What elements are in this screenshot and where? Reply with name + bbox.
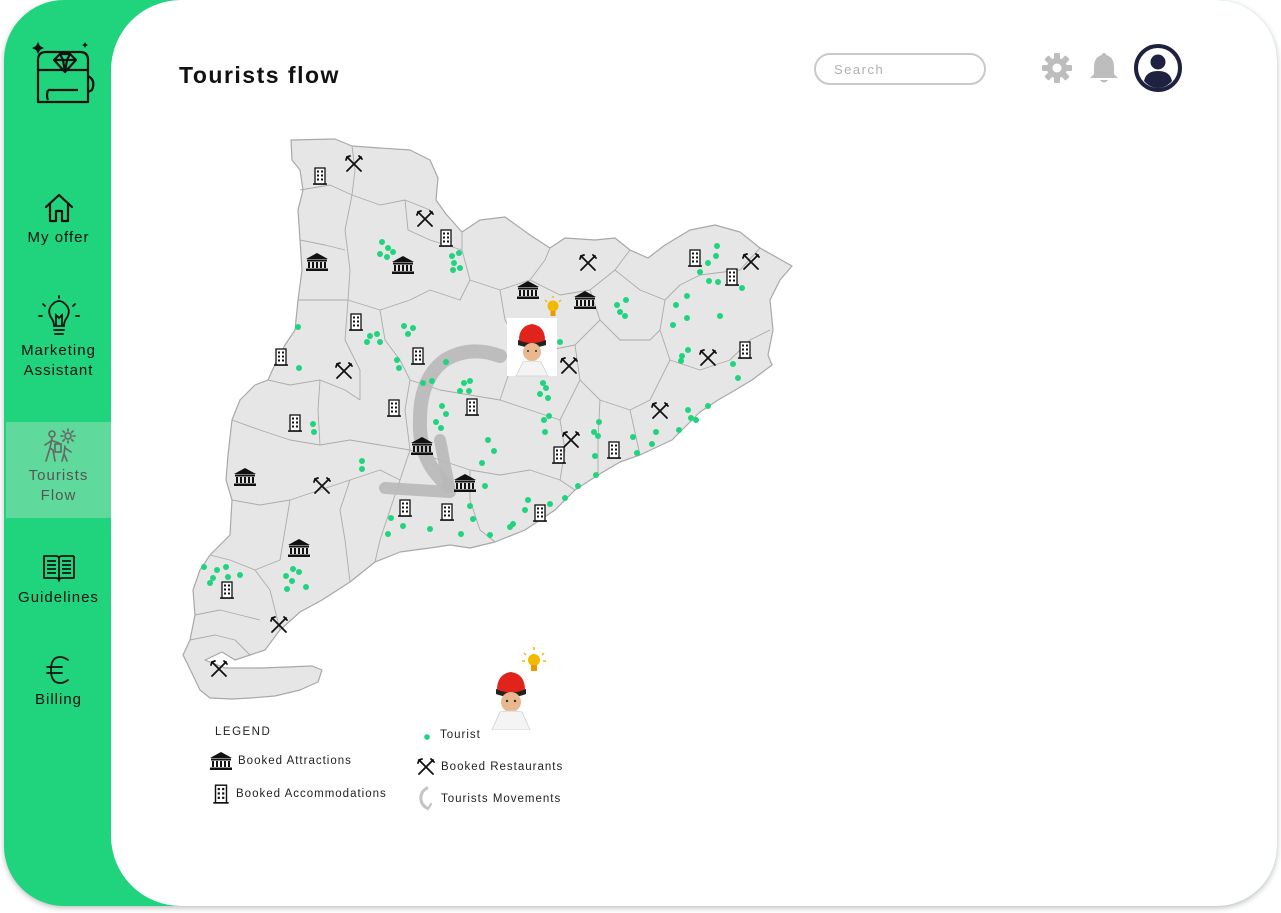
sidebar-item-billing[interactable]: Billing (6, 652, 111, 712)
legend-label: Booked Attractions (238, 755, 352, 767)
sidebar-item-marketing-assistant[interactable]: Marketing Assistant (6, 295, 111, 385)
sidebar-item-label: Tourists Flow (28, 467, 89, 504)
tourist-dot-icon (424, 734, 430, 740)
sidebar-item-label: Billing (34, 691, 83, 708)
legend-item-movements: Tourists Movements (417, 786, 561, 812)
tourist-with-idea-illustration (491, 647, 546, 730)
legend-label: Tourist (440, 729, 481, 741)
search-input[interactable] (814, 53, 986, 85)
sidebar-item-my-offer[interactable]: My offer (6, 190, 111, 250)
treasure-chest-logo-icon (32, 42, 95, 104)
museum-icon (210, 752, 232, 770)
legend-item-tourist: Tourist (422, 728, 481, 742)
legend-item-accommodations: Booked Accommodations (212, 783, 387, 805)
legend-item-restaurants: Booked Restaurants (417, 758, 563, 776)
sidebar-item-label: Guidelines (18, 589, 99, 606)
gear-icon[interactable] (1040, 51, 1074, 85)
cutlery-icon (417, 758, 435, 775)
curved-arrow-icon (419, 786, 433, 811)
legend-title: LEGEND (215, 726, 272, 738)
sidebar-item-label: Marketing Assistant (21, 342, 96, 379)
book-icon (42, 555, 75, 582)
legend-label: Booked Accommodations (236, 788, 387, 800)
legend-item-attractions: Booked Attractions (210, 752, 352, 770)
bell-icon[interactable] (1088, 51, 1120, 85)
euro-icon (45, 656, 69, 684)
map-legend: LEGEND Booked Attractions Booked Accommo… (210, 726, 610, 816)
user-avatar-icon[interactable] (1133, 43, 1183, 93)
tourists-icon (43, 428, 76, 462)
lightbulb-icon (37, 295, 80, 335)
sidebar-item-guidelines[interactable]: Guidelines (6, 550, 111, 610)
tourist-avatar-on-map (507, 318, 557, 377)
hotel-icon (213, 784, 229, 804)
sidebar-item-label: My offer (27, 229, 90, 246)
catalonia-tourist-map (182, 138, 793, 700)
home-icon (44, 193, 73, 223)
legend-label: Booked Restaurants (441, 761, 564, 773)
page-title: Tourists flow (179, 62, 340, 88)
sidebar-item-tourists-flow[interactable]: Tourists Flow (6, 422, 111, 518)
legend-label: Tourists Movements (441, 793, 562, 805)
